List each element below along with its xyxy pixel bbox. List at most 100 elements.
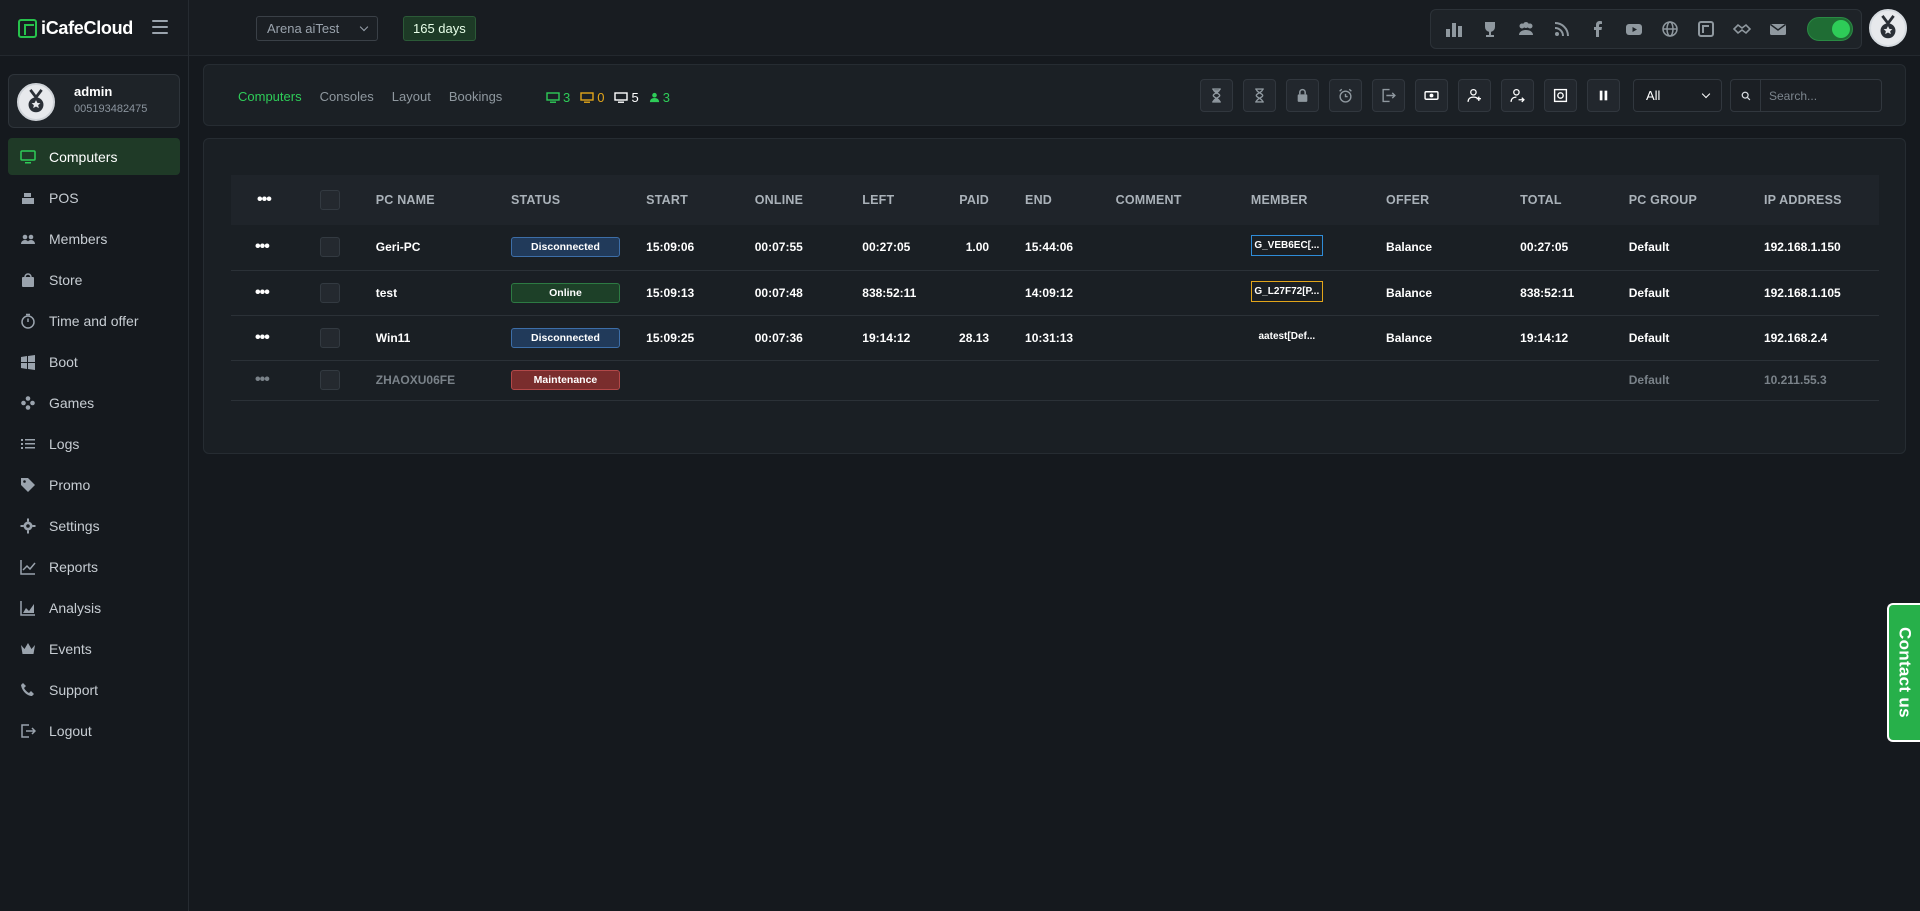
total-time: 838:52:11	[1520, 285, 1575, 300]
sidebar-item-events[interactable]: Events	[8, 630, 180, 667]
column-header-left[interactable]: LEFT PAID	[862, 175, 1007, 225]
sidebar-item-games[interactable]: Games	[8, 384, 180, 421]
sidebar-item-members[interactable]: Members	[8, 220, 180, 257]
column-header-online[interactable]: ONLINE	[755, 175, 863, 225]
trophy-icon[interactable]	[1479, 18, 1501, 40]
table-row[interactable]: ••• ZHAOXU06FE Maintenance Default 10.21…	[231, 360, 1879, 400]
member-tag[interactable]: aatest[Def...	[1251, 326, 1323, 347]
handshake-icon[interactable]	[1731, 18, 1753, 40]
pc-filter-select[interactable]: All	[1633, 79, 1722, 112]
sidebar-item-label: Settings	[49, 517, 100, 534]
select-all-checkbox[interactable]	[320, 190, 341, 210]
group-icon[interactable]	[1515, 18, 1537, 40]
app-logo[interactable]: iCafeCloud	[18, 18, 133, 39]
search-input[interactable]	[1761, 88, 1879, 103]
row-menu-icon[interactable]: •••	[231, 284, 270, 301]
member-tag[interactable]: G_L27F72[P...	[1250, 280, 1323, 302]
row-menu-icon[interactable]: •••	[231, 238, 270, 255]
user-transfer-icon[interactable]	[1501, 79, 1534, 112]
member-tag[interactable]: G_VEB6EC[...	[1250, 235, 1323, 257]
column-header-pc-group[interactable]: PC GROUP	[1629, 175, 1764, 225]
sidebar-item-label: Computers	[49, 148, 118, 165]
chevron-down-icon	[1701, 89, 1711, 99]
user-card[interactable]: admin 005193482475	[8, 74, 180, 128]
column-header-pc-name[interactable]: PC NAME	[376, 175, 511, 225]
screenshot-icon[interactable]	[1544, 79, 1577, 112]
hourglass-full-icon[interactable]	[1200, 79, 1233, 112]
table-row[interactable]: ••• Geri-PC Disconnected 15:09:06 00:07:…	[231, 225, 1879, 270]
hourglass-empty-icon[interactable]	[1243, 79, 1276, 112]
column-header-member[interactable]: MEMBER	[1251, 175, 1386, 225]
leaderboard-icon[interactable]	[1443, 18, 1465, 40]
contact-us-button[interactable]: Contact us	[1887, 603, 1920, 742]
column-header-end[interactable]: END	[1007, 175, 1116, 225]
phone-icon	[20, 682, 36, 698]
stopwatch-icon	[20, 313, 36, 329]
column-header-paid-label: PAID	[959, 193, 990, 207]
more-options-icon[interactable]: •••	[231, 191, 272, 208]
sidebar-item-promo[interactable]: Promo	[8, 466, 180, 503]
contact-us-label: Contact us	[1895, 627, 1915, 718]
sidebar-item-support[interactable]: Support	[8, 671, 180, 708]
sidebar-item-pos[interactable]: POS	[8, 179, 180, 216]
theme-toggle[interactable]	[1807, 17, 1853, 41]
table-row[interactable]: ••• Win11 Disconnected 15:09:25 00:07:36…	[231, 315, 1879, 360]
sidebar-item-boot[interactable]: Boot	[8, 343, 180, 380]
exit-icon[interactable]	[1372, 79, 1405, 112]
row-checkbox[interactable]	[320, 370, 341, 390]
monitor-icon	[614, 91, 629, 103]
status-badge: Disconnected	[510, 237, 620, 258]
pause-icon[interactable]	[1587, 79, 1620, 112]
sidebar-item-store[interactable]: Store	[8, 261, 180, 298]
icafe-icon[interactable]	[1695, 18, 1717, 40]
tab-computers[interactable]: Computers	[238, 89, 302, 104]
chevron-down-icon	[359, 22, 369, 32]
mail-icon[interactable]	[1767, 18, 1789, 40]
lock-icon[interactable]	[1286, 79, 1319, 112]
row-checkbox[interactable]	[320, 327, 341, 348]
facebook-icon[interactable]	[1587, 18, 1609, 40]
column-header-comment[interactable]: COMMENT	[1116, 175, 1251, 225]
sidebar-item-settings[interactable]: Settings	[8, 507, 180, 544]
row-checkbox[interactable]	[320, 237, 341, 258]
youtube-icon[interactable]	[1623, 18, 1645, 40]
end-time: 14:09:12	[1025, 285, 1074, 300]
rss-icon[interactable]	[1551, 18, 1573, 40]
view-tabs: Computers Consoles Layout Bookings	[238, 89, 520, 104]
pc-group: Default	[1628, 285, 1670, 300]
monitor-icon	[580, 91, 594, 103]
sidebar-item-reports[interactable]: Reports	[8, 548, 180, 585]
tab-bookings[interactable]: Bookings	[449, 89, 502, 104]
row-menu-icon[interactable]: •••	[231, 329, 270, 346]
left-time: 00:27:05	[862, 240, 911, 255]
column-header-start[interactable]: START	[646, 175, 755, 225]
globe-icon[interactable]	[1659, 18, 1681, 40]
end-time: 10:31:13	[1025, 330, 1074, 345]
branch-select-value: Arena aiTest	[267, 21, 340, 36]
sidebar-item-time-and-offer[interactable]: Time and offer	[8, 302, 180, 339]
search-icon[interactable]	[1731, 80, 1761, 111]
total-time: 19:14:12	[1520, 330, 1569, 345]
row-checkbox[interactable]	[320, 282, 341, 303]
column-header-status[interactable]: STATUS	[511, 175, 646, 225]
alarm-icon[interactable]	[1329, 79, 1362, 112]
column-header-ip-address[interactable]: IP ADDRESS	[1764, 175, 1879, 225]
sidebar-item-computers[interactable]: Computers	[8, 138, 180, 175]
row-menu-icon[interactable]: •••	[231, 371, 270, 388]
sidebar-item-analysis[interactable]: Analysis	[8, 589, 180, 626]
sidebar-item-logout[interactable]: Logout	[8, 712, 180, 749]
tab-layout[interactable]: Layout	[392, 89, 431, 104]
avatar[interactable]	[1869, 9, 1907, 47]
table-row[interactable]: ••• test Online 15:09:13 00:07:48 838:52…	[231, 270, 1879, 315]
offer: Balance	[1386, 240, 1433, 255]
user-add-icon[interactable]	[1458, 79, 1491, 112]
start-time: 15:09:06	[646, 240, 695, 255]
comment	[1116, 225, 1251, 270]
tab-consoles[interactable]: Consoles	[320, 89, 374, 104]
column-header-total[interactable]: TOTAL	[1520, 175, 1629, 225]
hamburger-menu-icon[interactable]	[152, 20, 168, 34]
sidebar-item-logs[interactable]: Logs	[8, 425, 180, 462]
money-icon[interactable]	[1415, 79, 1448, 112]
branch-select[interactable]: Arena aiTest	[256, 16, 378, 41]
column-header-offer[interactable]: OFFER	[1386, 175, 1520, 225]
